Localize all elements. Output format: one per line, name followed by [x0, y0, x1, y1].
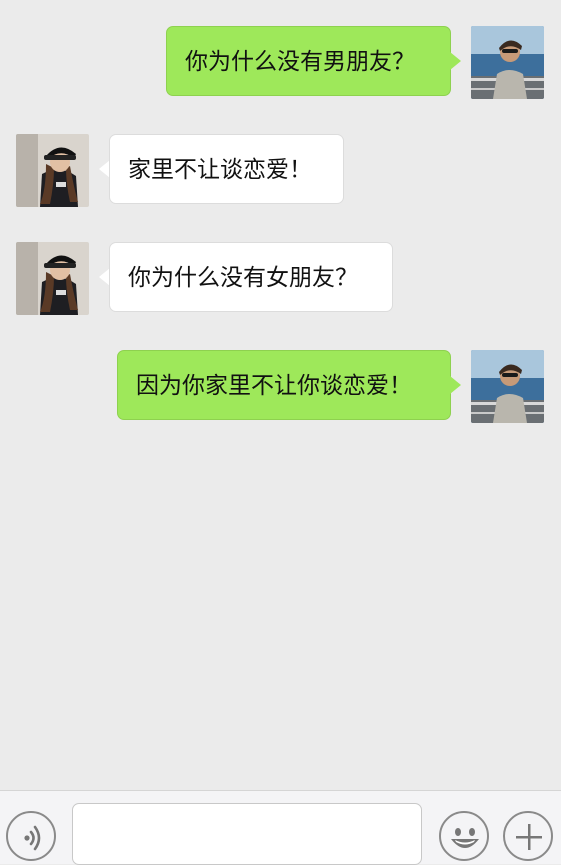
- avatar-image: [16, 242, 89, 315]
- message-bubble-outgoing[interactable]: 因为你家里不让你谈恋爱！: [117, 350, 451, 420]
- my-avatar[interactable]: [471, 350, 544, 423]
- bubble-tail: [450, 52, 461, 70]
- avatar-image: [471, 26, 544, 99]
- message-bubble-incoming[interactable]: 你为什么没有女朋友？: [109, 242, 393, 312]
- emoji-button[interactable]: [439, 811, 489, 861]
- contact-avatar[interactable]: [16, 242, 89, 315]
- avatar-image: [16, 134, 89, 207]
- my-avatar[interactable]: [471, 26, 544, 99]
- message-bubble-outgoing[interactable]: 你为什么没有男朋友？: [166, 26, 451, 96]
- message-text: 因为你家里不让你谈恋爱！: [136, 373, 412, 399]
- message-input[interactable]: [72, 803, 422, 865]
- message-text: 你为什么没有女朋友？: [128, 265, 358, 291]
- plus-button[interactable]: [503, 811, 553, 861]
- message-text: 你为什么没有男朋友？: [185, 49, 415, 75]
- chat-area: 你为什么没有男朋友？ 家里不让谈恋爱！ 你为什么没有女朋友？ 因为你家里不让你谈…: [0, 0, 561, 790]
- voice-icon: [24, 825, 41, 851]
- voice-button[interactable]: [6, 811, 56, 861]
- avatar-image: [471, 350, 544, 423]
- message-text: 家里不让谈恋爱！: [128, 157, 312, 183]
- contact-avatar[interactable]: [16, 134, 89, 207]
- plus-icon: [516, 824, 542, 850]
- input-toolbar: [0, 790, 561, 865]
- emoji-icon: [451, 828, 479, 848]
- message-bubble-incoming[interactable]: 家里不让谈恋爱！: [109, 134, 344, 204]
- bubble-tail: [450, 376, 461, 394]
